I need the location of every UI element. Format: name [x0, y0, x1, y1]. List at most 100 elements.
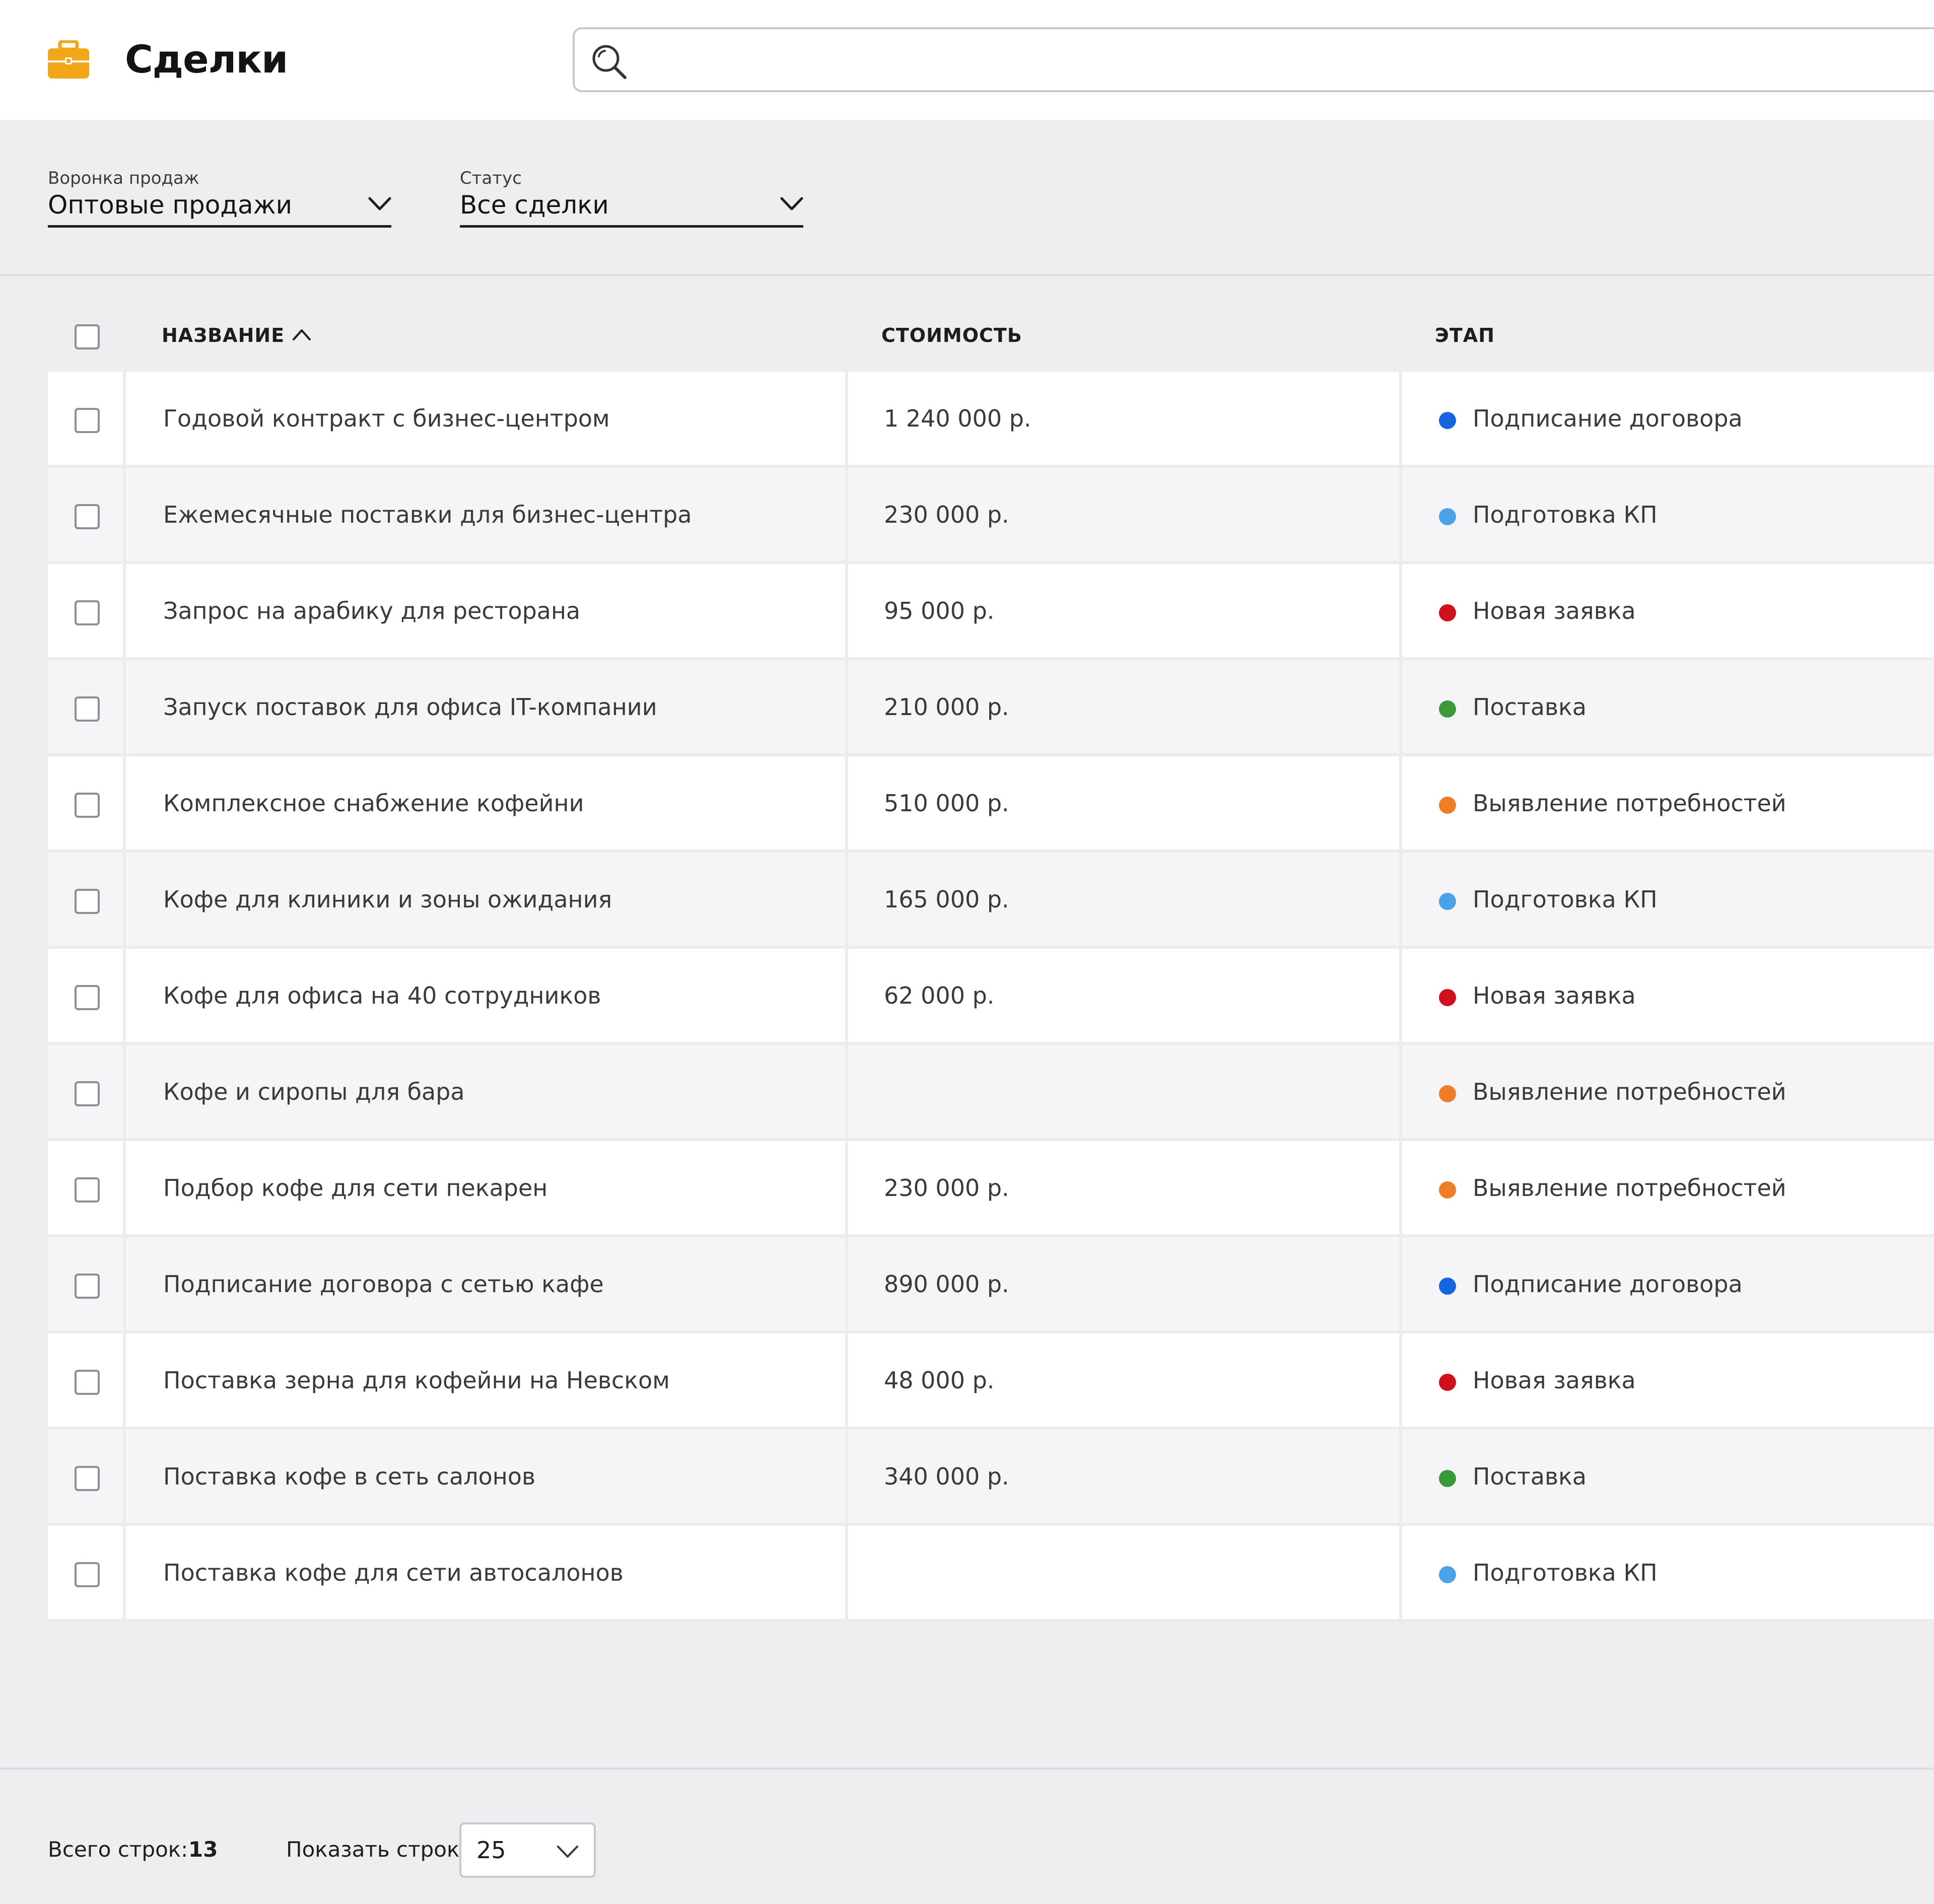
status-select[interactable]: Статус Все сделки [460, 168, 803, 228]
select-all-checkbox[interactable] [75, 324, 100, 349]
funnel-select[interactable]: Воронка продаж Оптовые продажи [48, 168, 391, 228]
deal-name[interactable]: Ежемесячные поставки для бизнес-центра [163, 501, 692, 528]
total-rows-label: Всего строк: [48, 1837, 188, 1862]
deal-name[interactable]: Кофе для офиса на 40 сотрудников [163, 982, 601, 1009]
column-divider [845, 1141, 848, 1234]
search-icon [592, 45, 627, 79]
row-checkbox[interactable] [75, 1562, 100, 1587]
deal-price: 1 240 000 р. [884, 405, 1031, 432]
row-checkbox[interactable] [75, 793, 100, 818]
row-checkbox[interactable] [75, 985, 100, 1010]
stage-status-dot [1439, 508, 1456, 525]
table-row[interactable]: Комплексное снабжение кофейни 510 000 р. В… [48, 756, 1934, 853]
deal-name[interactable]: Кофе для клиники и зоны ожидания [163, 886, 612, 913]
search-box[interactable] [573, 27, 1934, 92]
rows-per-page-label: Показать строк [286, 1837, 460, 1862]
table-row[interactable]: Запрос на арабику для ресторана 95 000 р.… [48, 564, 1934, 660]
row-checkbox[interactable] [75, 889, 100, 914]
deal-stage: Поставка [1473, 693, 1587, 721]
deal-price: 62 000 р. [884, 982, 995, 1009]
row-checkbox[interactable] [75, 1370, 100, 1395]
row-checkbox[interactable] [75, 408, 100, 433]
column-header-price[interactable]: СТОИМОСТЬ [881, 324, 1022, 346]
table-row[interactable]: Подписание договора с сетью кафе 890 000 … [48, 1237, 1934, 1333]
table-footer: Всего строк: 13 Показать строк 25 [0, 1768, 1934, 1904]
column-divider [1399, 1430, 1402, 1523]
deal-name[interactable]: Подбор кофе для сети пекарен [163, 1174, 547, 1202]
deal-name[interactable]: Поставка зерна для кофейни на Невском [163, 1367, 670, 1394]
row-checkbox-cell [48, 1237, 126, 1330]
column-header-name[interactable]: НАЗВАНИЕ [162, 324, 285, 346]
deal-name[interactable]: Комплексное снабжение кофейни [163, 790, 584, 817]
rows-per-page-select[interactable]: 25 [459, 1822, 596, 1878]
deal-stage: Выявление потребностей [1473, 790, 1786, 817]
stage-status-dot [1439, 1085, 1456, 1102]
deal-name[interactable]: Запуск поставок для офиса IT-компании [163, 693, 657, 721]
row-checkbox-cell [48, 660, 126, 753]
row-checkbox[interactable] [75, 1466, 100, 1491]
deal-name[interactable]: Годовой контракт с бизнес-центром [163, 405, 610, 432]
sort-ascending-icon[interactable] [292, 327, 312, 341]
row-checkbox-cell [48, 853, 126, 946]
deal-name[interactable]: Поставка кофе для сети автосалонов [163, 1559, 624, 1586]
deal-stage: Выявление потребностей [1473, 1174, 1786, 1202]
row-checkbox-cell [48, 372, 126, 465]
table-row[interactable]: Кофе для офиса на 40 сотрудников 62 000 р… [48, 949, 1934, 1045]
deal-name[interactable]: Подписание договора с сетью кафе [163, 1271, 604, 1298]
column-divider [1399, 372, 1402, 465]
column-divider [1399, 1141, 1402, 1234]
deal-price: 95 000 р. [884, 597, 995, 624]
status-value: Все сделки [460, 190, 609, 220]
filters-bar: Воронка продаж Оптовые продажи Статус Вс… [0, 120, 1934, 276]
column-divider [1399, 1045, 1402, 1138]
deal-name[interactable]: Запрос на арабику для ресторана [163, 597, 580, 624]
table-row[interactable]: Подбор кофе для сети пекарен 230 000 р. Вы… [48, 1141, 1934, 1237]
deal-price: 890 000 р. [884, 1271, 1009, 1298]
column-divider [1399, 468, 1402, 561]
table-row[interactable]: Поставка кофе в сеть салонов 340 000 р. По… [48, 1430, 1934, 1526]
search-input[interactable] [640, 38, 1934, 82]
chevron-down-icon [368, 197, 391, 210]
table-row[interactable]: Поставка кофе для сети автосалонов Подгот… [48, 1526, 1934, 1622]
table-header: НАЗВАНИЕ СТОИМОСТЬ ЭТАП [48, 302, 1934, 372]
deal-name[interactable]: Поставка кофе в сеть салонов [163, 1463, 535, 1490]
column-divider [845, 1045, 848, 1138]
row-checkbox[interactable] [75, 504, 100, 529]
column-divider [1399, 564, 1402, 657]
stage-status-dot [1439, 797, 1456, 814]
table-row[interactable]: Кофе и сиропы для бара Выявление потребно… [48, 1045, 1934, 1141]
row-checkbox-cell [48, 756, 126, 850]
row-checkbox[interactable] [75, 1081, 100, 1106]
column-divider [1399, 949, 1402, 1042]
table-row[interactable]: Запуск поставок для офиса IT-компании 210… [48, 660, 1934, 756]
column-divider [845, 1237, 848, 1330]
row-checkbox-cell [48, 1430, 126, 1523]
chevron-down-icon [557, 1846, 578, 1858]
deals-page: Сделки Воронка продаж Оптовые продажи Ст… [0, 0, 1934, 1904]
table-row[interactable]: Ежемесячные поставки для бизнес-центра 23… [48, 468, 1934, 564]
column-header-stage[interactable]: ЭТАП [1435, 324, 1495, 346]
row-checkbox[interactable] [75, 696, 100, 722]
total-rows-value: 13 [188, 1837, 218, 1862]
row-checkbox-cell [48, 949, 126, 1042]
status-label: Статус [460, 168, 522, 188]
column-divider [845, 1333, 848, 1427]
row-checkbox[interactable] [75, 1177, 100, 1203]
row-checkbox[interactable] [75, 1274, 100, 1299]
stage-status-dot [1439, 1470, 1456, 1487]
row-checkbox[interactable] [75, 600, 100, 625]
table-row[interactable]: Годовой контракт с бизнес-центром 1 240 0… [48, 372, 1934, 468]
deal-stage: Новая заявка [1473, 1367, 1636, 1394]
stage-status-dot [1439, 700, 1456, 718]
column-divider [845, 1526, 848, 1619]
deal-name[interactable]: Кофе и сиропы для бара [163, 1078, 465, 1105]
deal-stage: Подготовка КП [1473, 1559, 1657, 1586]
column-divider [845, 756, 848, 850]
column-divider [845, 660, 848, 753]
column-divider [845, 468, 848, 561]
table-row[interactable]: Кофе для клиники и зоны ожидания 165 000 … [48, 853, 1934, 949]
column-divider [845, 372, 848, 465]
stage-status-dot [1439, 989, 1456, 1006]
table-row[interactable]: Поставка зерна для кофейни на Невском 48 … [48, 1333, 1934, 1430]
stage-status-dot [1439, 1374, 1456, 1391]
